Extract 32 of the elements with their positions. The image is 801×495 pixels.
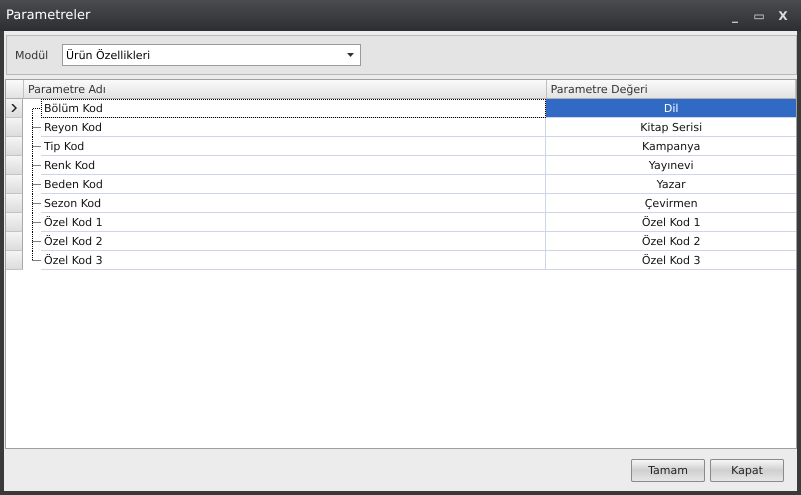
module-label: Modül xyxy=(15,48,50,62)
table-cell: Dil xyxy=(546,99,796,118)
table-cell: Özel Kod 1 xyxy=(546,213,796,232)
maximize-button[interactable]: ▭ xyxy=(747,8,771,22)
table-cell: Özel Kod 3 xyxy=(40,251,546,270)
tree-line-icon xyxy=(32,175,41,194)
tree-line-icon xyxy=(32,156,41,175)
corner-header xyxy=(6,80,24,99)
table-cell: Bölüm Kod xyxy=(40,99,546,118)
tree-line-icon xyxy=(32,194,41,213)
table-cell: Özel Kod 2 xyxy=(40,232,546,251)
dropdown-arrow-icon xyxy=(347,53,354,57)
row-indicator[interactable] xyxy=(6,99,23,118)
column-header[interactable]: Parametre Değeri xyxy=(546,80,796,99)
column-header[interactable]: Parametre Adı xyxy=(24,80,547,99)
table-cell: Tip Kod xyxy=(40,137,546,156)
table-cell: Özel Kod 2 xyxy=(546,232,796,251)
table-cell: Beden Kod xyxy=(40,175,546,194)
current-row-icon xyxy=(10,104,17,112)
table-cell: Sezon Kod xyxy=(40,194,546,213)
table-cell: Özel Kod 1 xyxy=(40,213,546,232)
window-title: Parametreler xyxy=(6,8,92,23)
module-dropdown[interactable]: Ürün Özellikleri xyxy=(62,44,361,66)
table-cell: Reyon Kod xyxy=(40,118,546,137)
table-cell: Özel Kod 3 xyxy=(546,251,796,270)
table-cell: Renk Kod xyxy=(40,156,546,175)
tree-line-icon xyxy=(32,137,41,156)
minimize-button[interactable]: _ xyxy=(723,8,747,22)
close-dialog-button[interactable]: Kapat xyxy=(710,458,784,482)
ok-button[interactable]: Tamam xyxy=(631,458,705,482)
close-button[interactable]: X xyxy=(771,8,795,22)
tree-line-icon xyxy=(32,213,41,232)
